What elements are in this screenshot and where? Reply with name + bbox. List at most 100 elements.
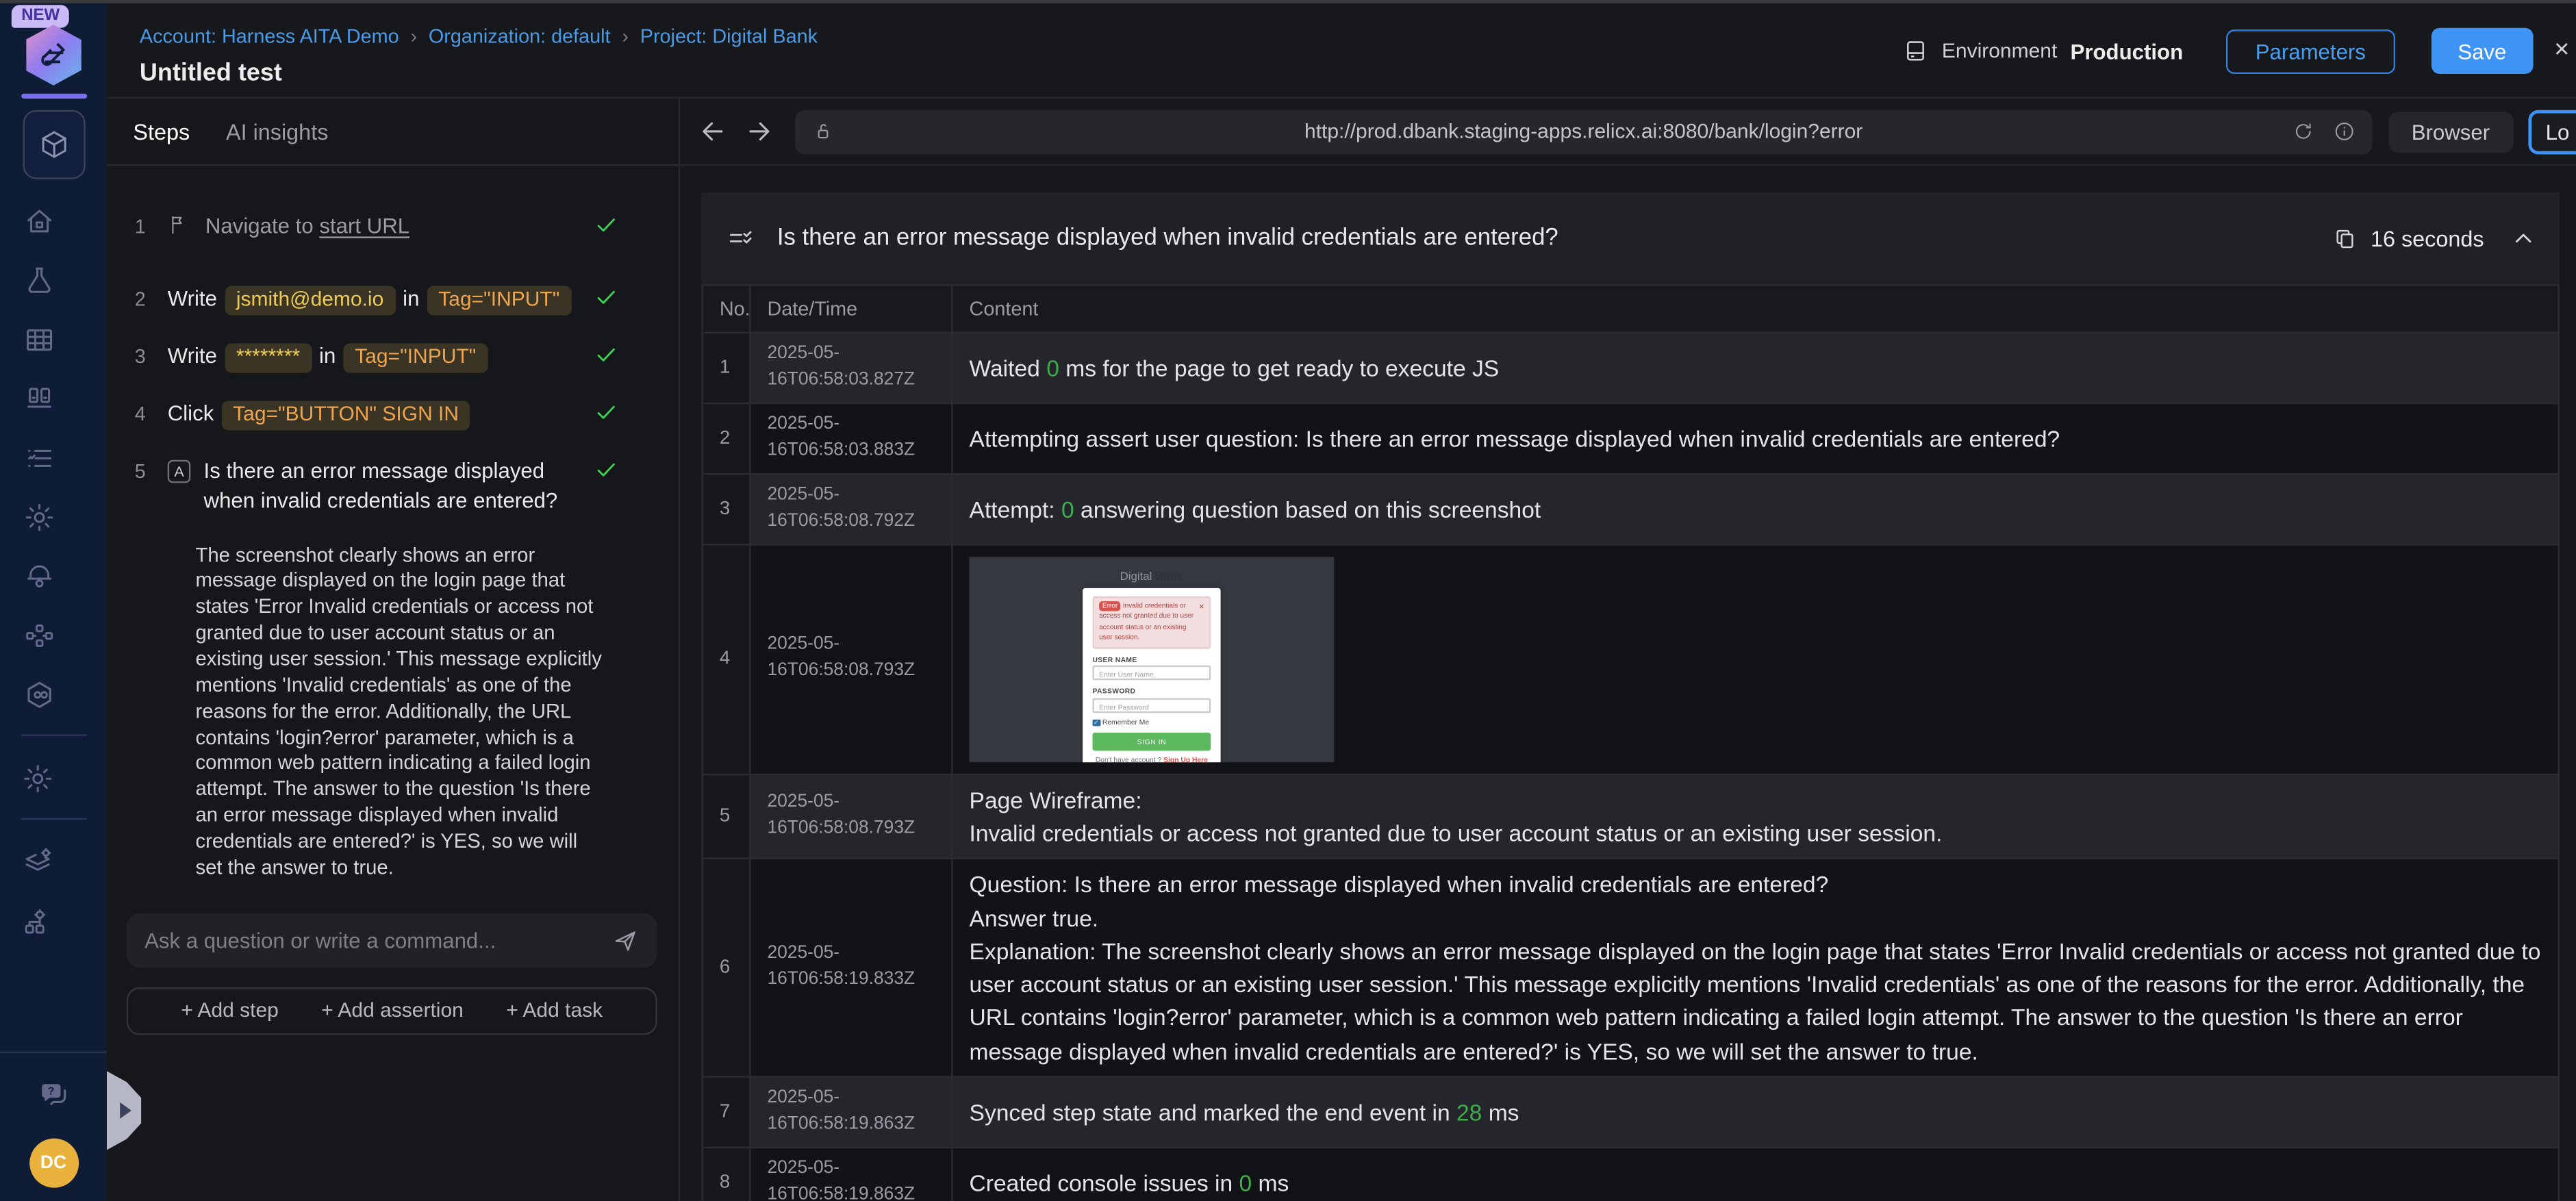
question-meta: 16 seconds [2333, 226, 2535, 251]
breadcrumb-link[interactable]: Project: Digital Bank [640, 25, 818, 48]
close-icon[interactable]: × [2554, 36, 2569, 66]
flag-icon [168, 212, 192, 237]
save-button[interactable]: Save [2431, 27, 2533, 74]
logs-tab-button[interactable]: Lo [2527, 109, 2576, 154]
thumb-error-badge: Error [1099, 601, 1122, 612]
sidebar-item-components[interactable] [22, 381, 56, 416]
play-triangle-icon [120, 1102, 131, 1119]
sidebar-item-settings[interactable] [22, 499, 56, 533]
environment-label: Environment [1941, 39, 2058, 63]
row-datetime: 2025-05- 16T06:58:08.793Z [749, 773, 953, 860]
row-content: Attempting assert user question: Is ther… [951, 402, 2560, 475]
copy-icon[interactable] [2333, 226, 2358, 251]
log-row-8: 8 2025-05- 16T06:58:19.863Z Created console… [701, 1146, 2560, 1201]
check-icon [595, 342, 620, 366]
row-number: 3 [701, 472, 751, 545]
step-text: Write ******** in Tag="INPUT" [168, 342, 490, 374]
sidebar-item-support-agent[interactable] [22, 559, 56, 593]
thumb-password-input: Enter Password [1092, 698, 1211, 713]
parameters-button[interactable]: Parameters [2225, 28, 2396, 73]
breadcrumb: Account: Harness AITA Demo › Organization:… [140, 25, 818, 48]
add-assertion-button[interactable]: + Add assertion [321, 999, 464, 1022]
chevron-up-icon[interactable] [2512, 227, 2535, 250]
row-datetime: 2025-05- 16T06:58:08.792Z [749, 472, 953, 545]
row-content: Created console issues in 0 ms [951, 1146, 2560, 1201]
cube-icon [36, 127, 71, 162]
sidebar-item-checklist[interactable] [22, 440, 56, 475]
row-datetime: 2025-05- 16T06:58:19.863Z [749, 1076, 953, 1148]
harness-logo-icon[interactable] [25, 24, 81, 86]
sidebar-item-pipelines[interactable] [22, 618, 56, 652]
info-icon[interactable] [2333, 120, 2356, 143]
sidebar-item-test-grid[interactable] [22, 322, 56, 356]
step-tag-chip: Tag="INPUT" [343, 342, 488, 374]
sidebar-item-module-selector[interactable] [22, 110, 85, 179]
help-chat-icon[interactable]: ? [36, 1076, 71, 1110]
thumb-checkbox: ✓ [1092, 718, 1100, 726]
step-row-4[interactable]: 4 Click Tag="BUTTON" SIGN IN [135, 399, 620, 431]
sidebar-item-home[interactable] [22, 204, 56, 238]
browser-bar: http://prod.dbank.staging-apps.relicx.ai… [680, 99, 2576, 166]
sidebar-divider [20, 818, 86, 820]
sidebar-item-experiments[interactable] [22, 263, 56, 297]
svg-text:?: ? [48, 1085, 55, 1096]
step-row-2[interactable]: 2 Write jsmith@demo.io in Tag="INPUT" [135, 285, 620, 316]
duration-text: 16 seconds [2370, 225, 2484, 251]
steps-panel: Steps AI insights 1 Navigate to start URL… [106, 98, 681, 1201]
row-number: 1 [701, 331, 751, 404]
add-step-button[interactable]: + Add step [181, 999, 279, 1022]
sidebar-nav [22, 99, 85, 711]
row-number: 4 [701, 543, 751, 775]
browser-tab-button[interactable]: Browser [2388, 110, 2513, 152]
step-row-3[interactable]: 3 Write ******** in Tag="INPUT" [134, 342, 620, 374]
step-value-chip: jsmith@demo.io [225, 285, 396, 316]
check-icon [595, 457, 620, 481]
breadcrumb-link[interactable]: Organization: default [429, 25, 611, 48]
checklist-check-icon [726, 224, 754, 252]
step-number: 1 [134, 215, 146, 238]
tab-steps[interactable]: Steps [133, 119, 190, 144]
row-number: 6 [701, 857, 751, 1078]
steps-tabs: Steps AI insights [106, 99, 679, 166]
sidebar-item-org-settings[interactable] [21, 904, 55, 938]
row-content: Page Wireframe: Invalid credentials or a… [951, 773, 2560, 860]
add-task-button[interactable]: + Add task [506, 999, 603, 1022]
log-row-4: 4 2025-05- 16T06:58:08.793Z Digital Bank E… [701, 543, 2560, 775]
sidebar-footer: ? DC [0, 1051, 107, 1201]
log-row-7: 7 2025-05- 16T06:58:19.863Z Synced step sta… [701, 1076, 2560, 1148]
tab-ai-insights[interactable]: AI insights [226, 119, 328, 144]
command-box [126, 913, 657, 968]
sidebar-item-layers-settings[interactable] [21, 844, 55, 878]
step-number: 3 [134, 345, 146, 368]
step-row-1[interactable]: 1 Navigate to start URL [135, 212, 620, 242]
breadcrumb-link[interactable]: Account: Harness AITA Demo [140, 25, 399, 48]
back-icon[interactable] [698, 116, 728, 146]
column-header: Content [951, 284, 2560, 334]
row-datetime: 2025-05- 16T06:58:19.863Z [749, 1146, 953, 1201]
url-bar[interactable]: http://prod.dbank.staging-apps.relicx.ai… [795, 109, 2373, 154]
new-badge: NEW [11, 5, 70, 28]
avatar[interactable]: DC [28, 1138, 78, 1188]
screenshot-thumbnail[interactable]: Digital Bank Error Invalid credentials o… [969, 556, 1335, 762]
question-header[interactable]: Is there an error message displayed when… [701, 192, 2560, 285]
environment-value[interactable]: Production [2071, 38, 2184, 63]
column-header: No. [701, 284, 751, 334]
step-text: Write jsmith@demo.io in Tag="INPUT" [168, 285, 573, 316]
step-row-5[interactable]: 5 A Is there an error message displayed wh… [135, 457, 620, 516]
command-input[interactable] [144, 927, 611, 952]
send-icon[interactable] [611, 926, 640, 955]
step-tag-chip: Tag="INPUT" [427, 285, 572, 316]
main-panel: http://prod.dbank.staging-apps.relicx.ai… [680, 98, 2576, 1201]
sidebar: NEW ? DC [0, 0, 107, 1201]
check-icon [595, 399, 620, 424]
thumb-username-input: Enter User Name [1092, 666, 1211, 681]
topbar-actions: Environment Production Parameters Save × [1902, 3, 2569, 99]
reload-icon[interactable] [2292, 120, 2315, 143]
sidebar-item-project-settings[interactable] [21, 761, 55, 795]
start-url-link: start URL [319, 213, 410, 238]
row-datetime: 2025-05- 16T06:58:08.793Z [749, 543, 953, 775]
sidebar-item-harness-ci[interactable] [22, 677, 56, 711]
thumb-password-label: PASSWORD [1092, 687, 1136, 696]
forward-icon[interactable] [744, 116, 774, 146]
thumb-signup-row: Don't have account ? Sign Up Here [1095, 755, 1208, 762]
